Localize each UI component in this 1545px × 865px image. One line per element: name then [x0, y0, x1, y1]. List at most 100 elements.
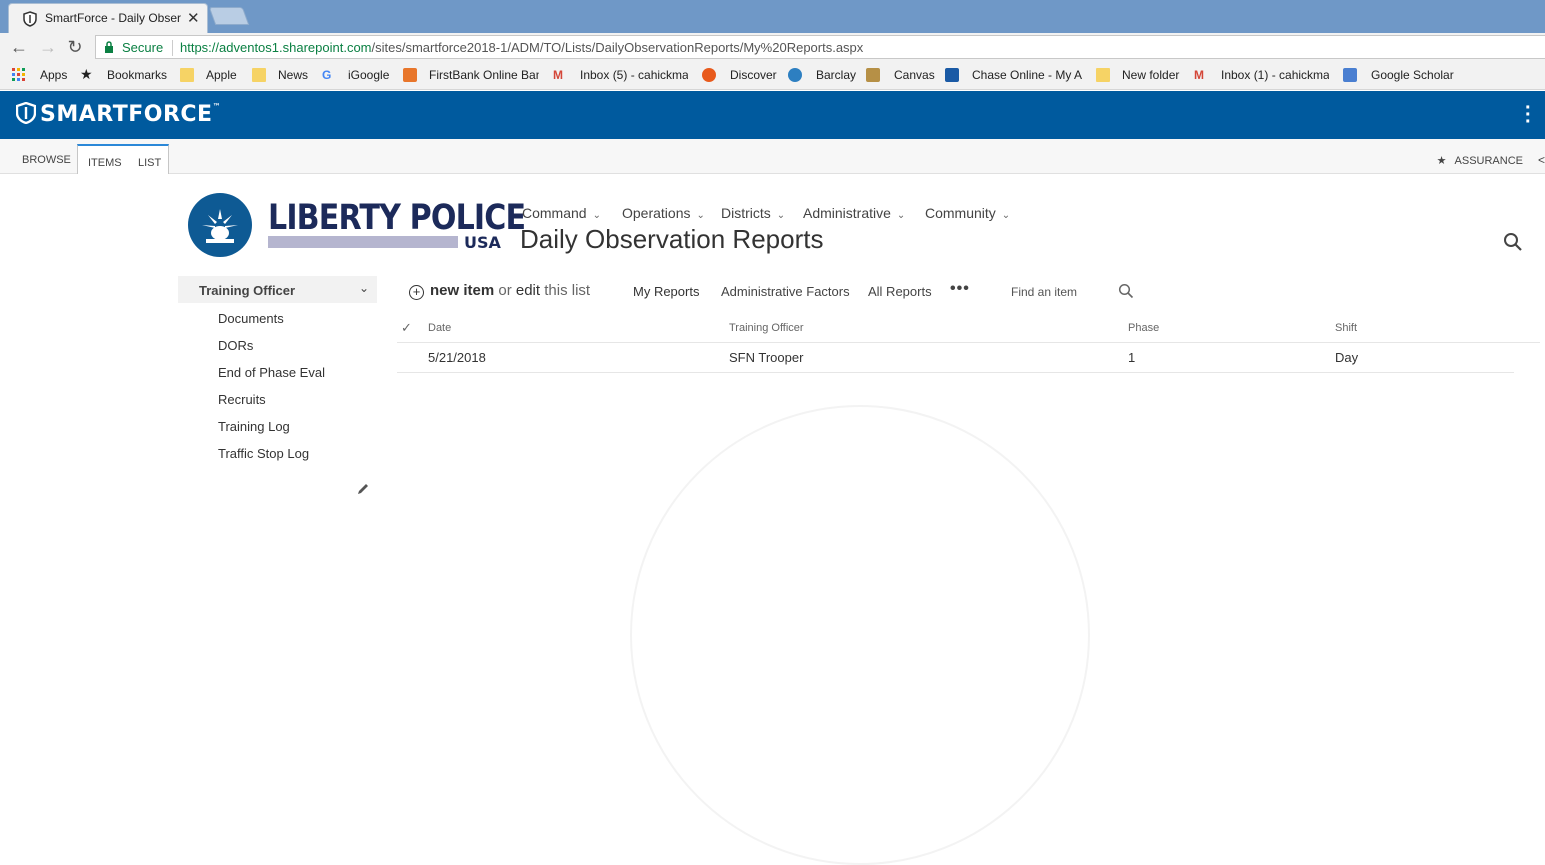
- assurance-link[interactable]: ★ ASSURANCE: [1437, 154, 1523, 167]
- column-header-phase[interactable]: Phase: [1128, 322, 1159, 334]
- secure-label: Secure: [122, 40, 164, 55]
- select-all-checkmark-icon[interactable]: ✓: [401, 320, 412, 336]
- assurance-label: ASSURANCE: [1454, 155, 1523, 167]
- bookmark-inbox5[interactable]: Inbox (5) - cahickma: [580, 68, 688, 82]
- topnav-operations[interactable]: Operations ⌄: [622, 205, 705, 221]
- bookmark-apple[interactable]: Apple: [206, 68, 237, 82]
- view-administrative-factors[interactable]: Administrative Factors: [721, 284, 850, 299]
- back-icon[interactable]: ←: [8, 37, 30, 58]
- tab-items[interactable]: ITEMS: [88, 157, 122, 169]
- column-header-shift[interactable]: Shift: [1335, 322, 1357, 334]
- address-bar[interactable]: Secure https://adventos1.sharepoint.com/…: [95, 35, 1545, 59]
- search-icon[interactable]: [1503, 232, 1523, 252]
- add-icon[interactable]: +: [409, 285, 424, 300]
- ribbon-selected-group: ITEMS LIST: [77, 144, 169, 174]
- view-my-reports[interactable]: My Reports: [633, 284, 699, 299]
- bookmark-inbox1[interactable]: Inbox (1) - cahickma: [1221, 68, 1329, 82]
- find-item-input[interactable]: Find an item: [1011, 285, 1077, 299]
- leftnav-end-of-phase-eval[interactable]: End of Phase Eval: [218, 365, 325, 380]
- or-text: or: [498, 282, 512, 299]
- reload-icon[interactable]: ↻: [64, 37, 86, 58]
- cell-date[interactable]: 5/21/2018: [428, 350, 486, 365]
- tab-close-icon[interactable]: ✕: [187, 9, 200, 27]
- address-separator: [172, 40, 173, 56]
- chevron-down-icon: ⌄: [592, 210, 601, 221]
- share-icon[interactable]: <: [1538, 153, 1545, 167]
- shield-logo-icon: [15, 101, 37, 125]
- bookmark-canvas[interactable]: Canvas: [894, 68, 935, 82]
- topnav-districts[interactable]: Districts ⌄: [721, 205, 785, 221]
- tab-list[interactable]: LIST: [138, 157, 161, 169]
- bookmark-firstbank[interactable]: FirstBank Online Ban: [429, 68, 539, 82]
- leftnav-dors[interactable]: DORs: [218, 338, 253, 353]
- url-host: https://adventos1.sharepoint.com: [180, 40, 372, 55]
- logo-subtitle: USA: [464, 233, 501, 252]
- google-icon: G: [322, 68, 332, 82]
- logo-title: LIBERTY POLICE: [268, 198, 526, 238]
- lock-icon: [105, 41, 113, 53]
- leftnav-recruits[interactable]: Recruits: [218, 392, 266, 407]
- chevron-down-icon: ⌄: [776, 210, 786, 221]
- discover-icon: [702, 68, 716, 82]
- leftnav-training-log[interactable]: Training Log: [218, 419, 290, 434]
- brand-text: SMARTFORCE: [40, 102, 213, 127]
- shield-favicon-icon: [23, 11, 37, 27]
- bookmark-chase[interactable]: Chase Online - My A: [972, 68, 1082, 82]
- url-path: /sites/smartforce2018-1/ADM/TO/Lists/Dai…: [371, 40, 864, 55]
- star-icon: ★: [1436, 155, 1447, 167]
- new-item-link[interactable]: new item: [430, 282, 494, 299]
- chevron-down-icon: ⌄: [896, 210, 906, 221]
- bookmark-discover[interactable]: Discover: [730, 68, 777, 82]
- column-header-training-officer[interactable]: Training Officer: [729, 322, 804, 334]
- smartforce-brand[interactable]: SMARTFORCE™: [15, 101, 222, 127]
- suite-bar: SMARTFORCE™ · · ·: [0, 91, 1545, 139]
- bookmark-scholar[interactable]: Google Scholar: [1371, 68, 1454, 82]
- background-watermark: [630, 405, 1090, 865]
- topnav-community[interactable]: Community ⌄: [925, 205, 1010, 221]
- leftnav-heading[interactable]: Training Officer ⌄: [178, 276, 377, 303]
- topnav-label: Districts: [721, 205, 771, 221]
- new-tab-button[interactable]: [208, 7, 250, 25]
- apps-grid-icon: [12, 68, 25, 81]
- chevron-down-icon: ⌄: [696, 210, 705, 221]
- page-title: Daily Observation Reports: [520, 224, 824, 254]
- edit-links-pencil-icon[interactable]: [356, 482, 370, 496]
- brand-trademark: ™: [212, 102, 222, 111]
- browser-tab[interactable]: SmartForce - Daily Obser ✕: [8, 3, 208, 33]
- folder-icon: [1096, 68, 1110, 82]
- bookmark-igoogle[interactable]: iGoogle: [348, 68, 389, 82]
- liberty-statue-logo-icon[interactable]: [188, 193, 252, 257]
- leftnav-documents[interactable]: Documents: [218, 311, 284, 326]
- bookmark-apps[interactable]: Apps: [40, 68, 67, 82]
- tab-browse[interactable]: BROWSE: [22, 154, 71, 166]
- row-divider: [397, 372, 1514, 373]
- bookmark-bookmarks[interactable]: Bookmarks: [107, 68, 167, 82]
- logo-underline: [268, 236, 458, 248]
- forward-icon[interactable]: →: [37, 37, 59, 58]
- new-item-command: + new item or edit this list: [409, 282, 590, 300]
- bookmarks-bar: Apps ★ Bookmarks Apple News G iGoogle Fi…: [0, 62, 1545, 90]
- gmail-icon: M: [1194, 68, 1204, 82]
- view-all-reports[interactable]: All Reports: [868, 284, 932, 299]
- bookmark-news[interactable]: News: [278, 68, 308, 82]
- topnav-administrative[interactable]: Administrative ⌄: [803, 205, 905, 221]
- bookmark-newfolder[interactable]: New folder: [1122, 68, 1179, 82]
- more-views-icon[interactable]: •••: [950, 280, 970, 298]
- chevron-down-icon: ⌄: [358, 281, 369, 295]
- search-icon[interactable]: [1118, 283, 1134, 299]
- leftnav-heading-label: Training Officer: [199, 283, 296, 298]
- tab-title: SmartForce - Daily Obser: [45, 11, 182, 25]
- column-header-date[interactable]: Date: [428, 322, 451, 334]
- topnav-command[interactable]: Command ⌄: [522, 205, 601, 221]
- cell-phase: 1: [1128, 350, 1136, 365]
- bookmark-barclay[interactable]: Barclay: [816, 68, 856, 82]
- topnav-label: Operations: [622, 205, 691, 221]
- leftnav-traffic-stop-log[interactable]: Traffic Stop Log: [218, 446, 309, 461]
- more-vertical-icon[interactable]: · · ·: [1525, 98, 1532, 132]
- cell-training-officer: SFN Trooper: [729, 350, 804, 365]
- header-divider: [397, 342, 1540, 343]
- url-text: https://adventos1.sharepoint.com/sites/s…: [180, 40, 863, 55]
- this-list-text: this list: [544, 282, 591, 299]
- cell-shift: Day: [1335, 350, 1359, 365]
- edit-link[interactable]: edit: [516, 282, 540, 299]
